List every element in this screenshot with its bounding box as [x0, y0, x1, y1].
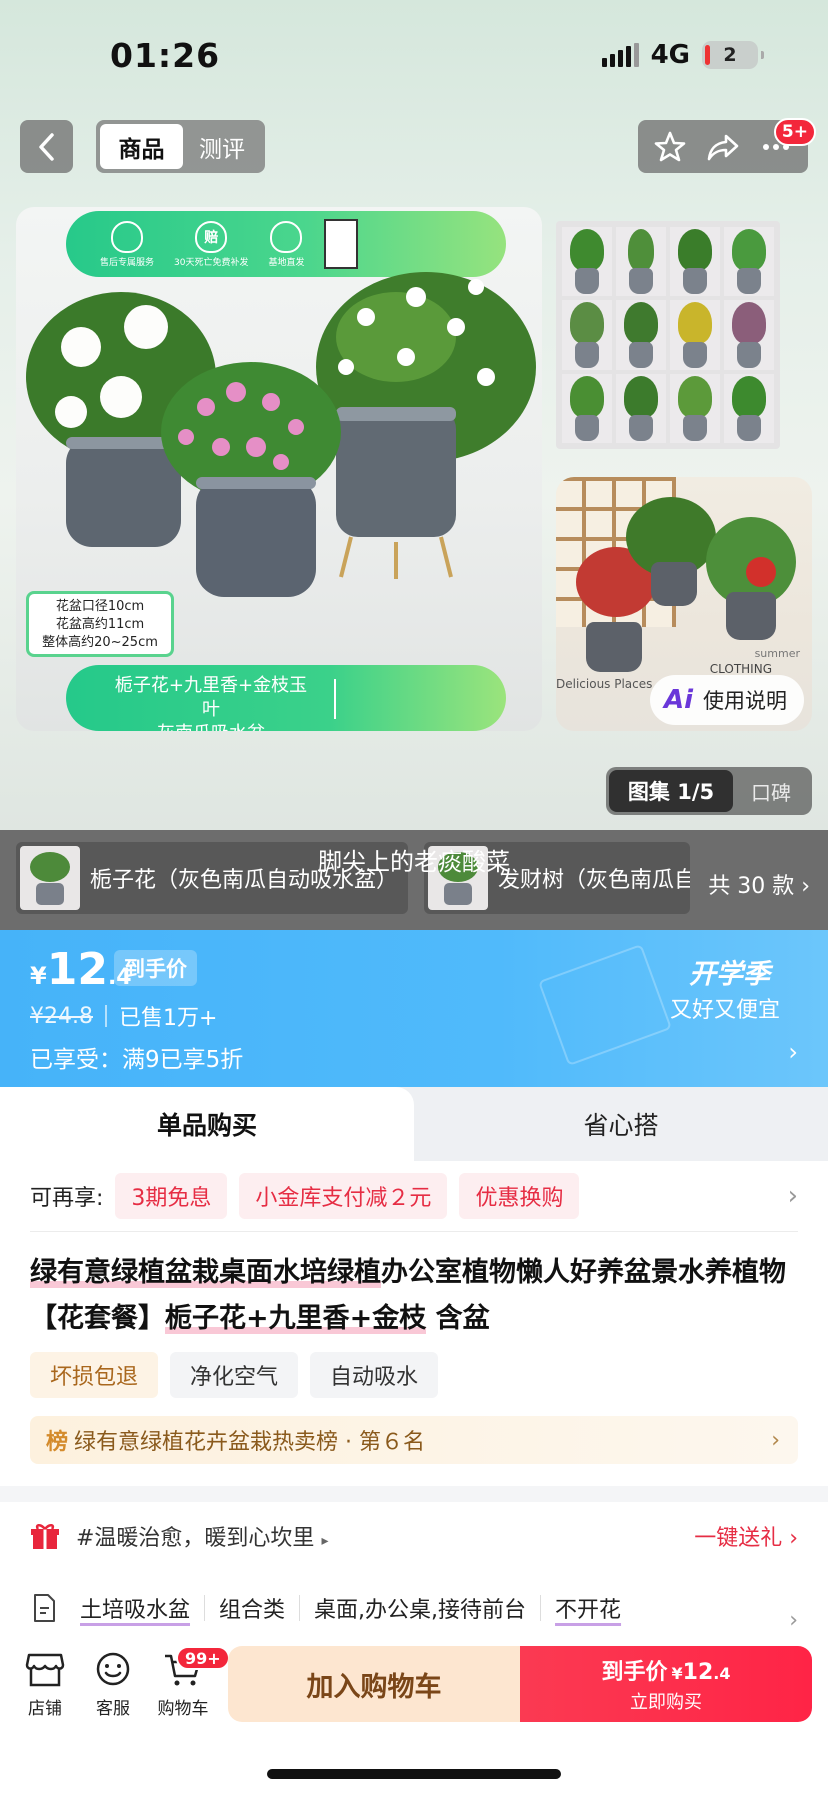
sold-count: 已售1万+	[118, 1006, 218, 1031]
attribute: 桌面,办公桌,接待前台	[314, 1598, 527, 1623]
attribute: 土培吸水盆	[80, 1598, 191, 1623]
rank-icon: 榜	[46, 1430, 69, 1455]
offer-chip[interactable]: 优惠换购	[459, 1173, 580, 1219]
tag[interactable]: 净化空气	[170, 1352, 299, 1398]
price-banner: ¥ 12 .4 到手价 ¥24.8 已售1万+ 已享受：满9已享5折 开学季 又…	[0, 930, 828, 1087]
variant-strip: 栀子花（灰色南瓜自动吸水盆） 发财树（灰色南瓜自 共 30 款 ›	[0, 830, 828, 930]
chevron-right-icon: ›	[771, 1427, 780, 1453]
buy-now-label: 立即购买	[630, 1692, 702, 1713]
ai-icon: Ai	[664, 685, 694, 715]
network-type: 4G	[650, 40, 690, 70]
offer-chip[interactable]: 3期免息	[115, 1173, 228, 1219]
variant-option[interactable]: 栀子花（灰色南瓜自动吸水盆）	[16, 842, 408, 914]
tab-review[interactable]: 测评	[183, 130, 261, 164]
gallery-tab[interactable]: 图集 1/5	[609, 770, 733, 812]
service-label: 客服	[96, 1699, 130, 1719]
sign-text: summer	[754, 647, 800, 660]
original-price: ¥24.8	[30, 1003, 93, 1029]
signal-icon	[601, 43, 639, 67]
status-time: 01:26	[110, 36, 221, 75]
usage-instructions-button[interactable]: Ai 使用说明	[650, 675, 804, 725]
original-price-row: ¥24.8 已售1万+	[30, 1000, 217, 1032]
back-button[interactable]	[20, 120, 73, 173]
tag[interactable]: 自动吸水	[310, 1352, 439, 1398]
attribute: 不开花	[555, 1598, 622, 1623]
divider	[334, 679, 336, 719]
sign-text: CLOTHING	[709, 662, 772, 676]
send-gift-link[interactable]: 一键送礼 ›	[694, 1520, 798, 1552]
cart-label: 购物车	[157, 1699, 209, 1719]
tag[interactable]: 坏损包退	[30, 1352, 159, 1398]
price-label-tag: 到手价	[114, 950, 197, 986]
gallery-switch: 图集 1/5 口碑	[606, 767, 812, 815]
buy-now-button[interactable]: 到手价 ¥12.4 立即购买	[520, 1646, 812, 1722]
purchase-mode-tabs: 单品购买 省心搭	[0, 1087, 828, 1161]
battery-level: 2	[723, 44, 737, 66]
tab-bundle[interactable]: 省心搭	[414, 1087, 828, 1161]
product-title: 绿有意绿植盆栽桌面水培绿植办公室植物懒人好养盆景水养植物 【花套餐】栀子花+九里…	[30, 1257, 786, 1334]
size-info-label: 花盆口径10cm 花盆高约11cm 整体高约20~25cm	[26, 591, 174, 657]
status-indicators: 4G 2	[601, 40, 764, 70]
cart-count-badge: 99+	[176, 1646, 230, 1670]
document-icon	[34, 1594, 55, 1622]
variant-label: 栀子花（灰色南瓜自动吸水盆）	[90, 868, 399, 893]
sign-text: Delicious Places	[556, 677, 653, 691]
header-tabs: 商品 测评	[96, 120, 265, 173]
variant-thumbnail	[20, 846, 80, 910]
tab-product[interactable]: 商品	[100, 124, 183, 169]
attributes-row[interactable]: 土培吸水盆 组合类 桌面,办公桌,接待前台 不开花 ›	[30, 1588, 798, 1633]
main-product-image[interactable]: 售后专属服务 赔 30天死亡免费补发 基地直发 花盆口径10cm 花盆高约11cm…	[16, 207, 542, 731]
bottom-action-bar: 店铺 客服 购物车 99+ 加入购物车 到手价 ¥12.4 立即购买	[0, 1640, 828, 1750]
rank-text: 绿有意绿植花卉盆栽热卖榜 · 第６名	[74, 1430, 425, 1455]
usage-label: 使用说明	[703, 689, 788, 713]
promo-subtitle: 又好又便宜	[669, 998, 780, 1023]
buy-price: 到手价 ¥12.4	[601, 1660, 731, 1685]
decorative-shape	[537, 943, 673, 1067]
variant-label: 发财树（灰色南瓜自	[498, 868, 690, 893]
ranking-bar[interactable]: 榜 绿有意绿植花卉盆栽热卖榜 · 第６名 ›	[30, 1416, 798, 1464]
customer-service-button[interactable]: 客服	[80, 1652, 146, 1719]
gift-icon	[31, 1524, 59, 1549]
offers-label: 可再享:	[30, 1186, 104, 1211]
product-tags: 坏损包退 净化空气 自动吸水	[30, 1352, 439, 1398]
chevron-right-icon[interactable]: ›	[789, 1608, 798, 1633]
battery-icon: 2	[702, 41, 764, 69]
tab-single-purchase[interactable]: 单品购买	[0, 1087, 414, 1161]
promo-title: 开学季	[689, 959, 770, 990]
gift-slogan: #温暖治愈，暖到心坎里 ▸	[76, 1526, 329, 1551]
chevron-right-icon[interactable]: ›	[788, 1181, 798, 1211]
shop-label: 店铺	[28, 1699, 62, 1719]
back-arrow-icon	[38, 132, 54, 161]
home-indicator	[267, 1769, 561, 1779]
share-icon[interactable]	[706, 130, 740, 164]
chat-icon	[96, 1652, 130, 1686]
divider	[30, 1231, 798, 1232]
variant-thumbnail	[428, 846, 488, 910]
combo-description-bar: 栀子花+九里香+金枝玉叶 灰南瓜吸水盆	[66, 665, 506, 731]
message-badge: 5+	[773, 118, 816, 146]
plant-variants-image[interactable]	[556, 221, 780, 449]
section-gap	[0, 1486, 828, 1502]
attribute: 组合类	[219, 1598, 286, 1623]
offers-row[interactable]: 可再享: 3期免息 小金库支付减２元 优惠换购 ›	[0, 1161, 828, 1231]
add-to-cart-button[interactable]: 加入购物车	[228, 1646, 520, 1722]
shop-icon	[25, 1653, 65, 1687]
shop-button[interactable]: 店铺	[12, 1652, 78, 1719]
variant-option[interactable]: 发财树（灰色南瓜自	[424, 842, 690, 914]
star-icon[interactable]	[653, 130, 687, 164]
discount-info[interactable]: 已享受：满9已享5折	[30, 1040, 243, 1074]
variant-total[interactable]: 共 30 款 ›	[708, 868, 810, 900]
chevron-right-icon[interactable]: ›	[788, 1038, 798, 1066]
gift-row[interactable]: #温暖治愈，暖到心坎里 ▸ 一键送礼 ›	[30, 1516, 798, 1556]
offer-chip[interactable]: 小金库支付减２元	[239, 1173, 448, 1219]
reviews-tab[interactable]: 口碑	[733, 777, 809, 806]
